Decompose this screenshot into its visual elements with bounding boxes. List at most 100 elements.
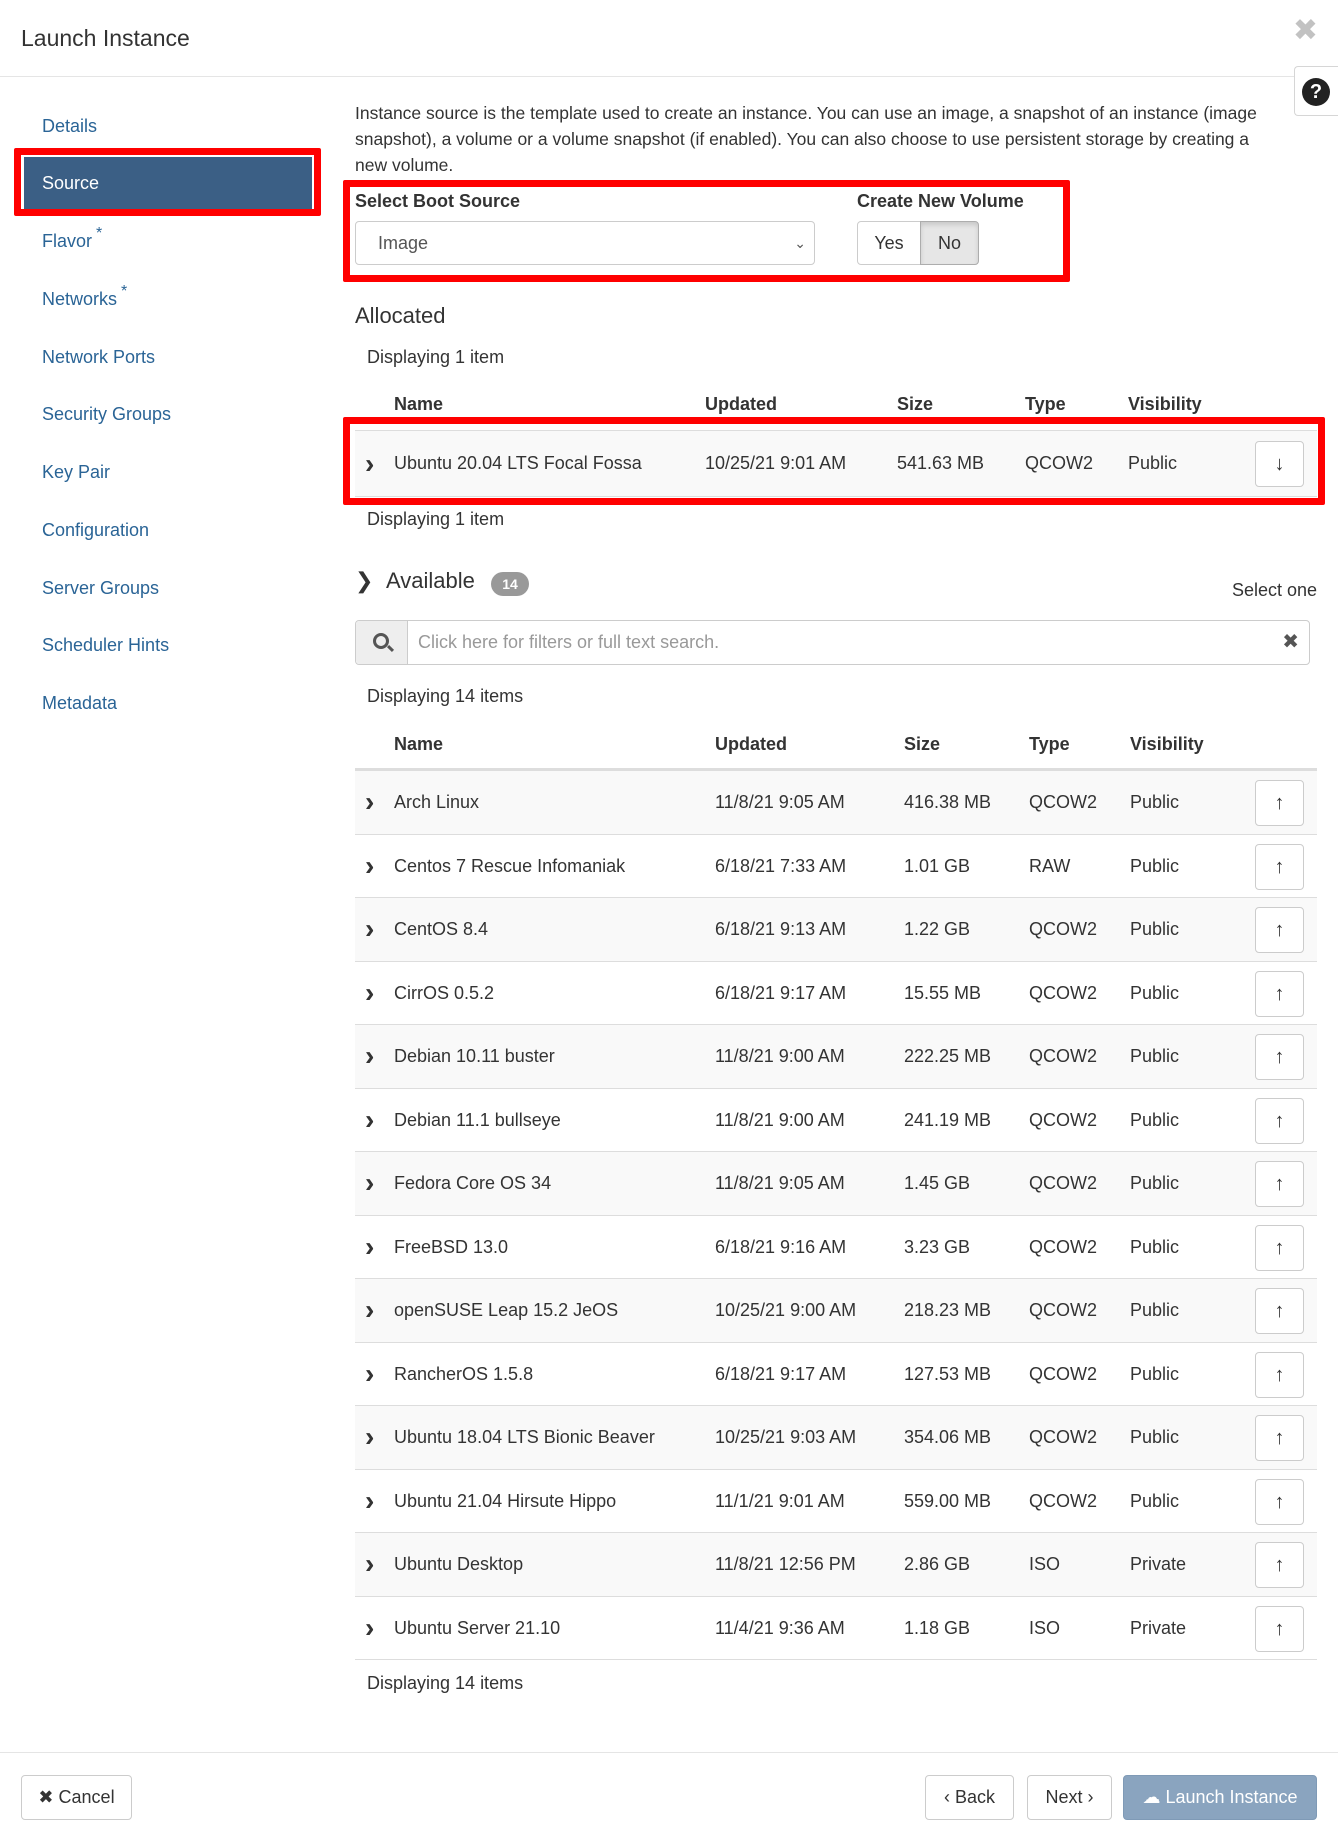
question-circle-icon: ? xyxy=(1302,78,1330,106)
allocate-button[interactable]: ↑ xyxy=(1255,1097,1304,1144)
cell-updated: 10/25/21 9:03 AM xyxy=(715,1427,857,1447)
available-display-count-bottom: Displaying 14 items xyxy=(367,1673,524,1693)
cell-size: 416.38 MB xyxy=(904,792,992,812)
expand-chevron-icon[interactable]: › xyxy=(365,1025,374,1088)
expand-chevron-icon[interactable]: › xyxy=(365,835,374,898)
cell-name: CentOS 8.4 xyxy=(394,919,489,939)
cell-name: Debian 11.1 bullseye xyxy=(394,1109,561,1130)
cell-name: openSUSE Leap 15.2 JeOS xyxy=(394,1300,619,1320)
allocate-button[interactable]: ↑ xyxy=(1255,843,1304,890)
cell-size: 1.22 GB xyxy=(904,919,971,939)
expand-chevron-icon[interactable]: › xyxy=(365,1279,374,1342)
table-row: › Arch Linux 11/8/21 9:05 AM 416.38 MB QCOW2… xyxy=(355,770,1317,834)
sidebar-item-flavor[interactable]: Flavor * xyxy=(24,215,312,267)
cell-updated: 11/4/21 9:36 AM xyxy=(715,1617,845,1638)
table-row: › Fedora Core OS 34 11/8/21 9:05 AM 1.45 GB… xyxy=(355,1151,1317,1215)
column-header-visibility: Visibility xyxy=(1130,734,1204,754)
sidebar-item-scheduler-hints[interactable]: Scheduler Hints xyxy=(24,619,312,671)
expand-chevron-icon[interactable]: › xyxy=(365,1089,374,1152)
allocate-button[interactable]: ↑ xyxy=(1255,1478,1304,1525)
expand-chevron-icon[interactable]: › xyxy=(365,1533,374,1596)
back-button-label: Back xyxy=(954,1787,996,1807)
cell-updated: 11/8/21 9:05 AM xyxy=(715,792,845,812)
cell-visibility: Public xyxy=(1130,1109,1180,1130)
cell-type: QCOW2 xyxy=(1029,1490,1098,1511)
allocate-button[interactable]: ↑ xyxy=(1255,1161,1304,1207)
allocate-button[interactable]: ↑ xyxy=(1255,1034,1304,1080)
sidebar-item-server-groups[interactable]: Server Groups xyxy=(24,562,312,614)
available-display-count-top: Displaying 14 items xyxy=(367,686,524,706)
expand-chevron-icon[interactable]: › xyxy=(365,1406,374,1469)
expand-chevron-icon[interactable]: › xyxy=(365,962,374,1025)
expand-chevron-icon[interactable]: › xyxy=(365,1216,374,1279)
cell-size: 127.53 MB xyxy=(904,1363,992,1384)
expand-chevron-icon[interactable]: › xyxy=(365,1343,374,1406)
sidebar-item-label: Flavor xyxy=(42,231,93,251)
sidebar-item-details[interactable]: Details xyxy=(24,100,312,152)
sidebar-item-configuration[interactable]: Configuration xyxy=(24,504,312,556)
allocate-button[interactable]: ↑ xyxy=(1255,1288,1304,1334)
table-row: › FreeBSD 13.0 6/18/21 9:16 AM 3.23 GB QCOW2… xyxy=(355,1214,1317,1279)
back-button[interactable]: ‹ Back xyxy=(925,1775,1014,1820)
available-title[interactable]: Available xyxy=(386,568,475,594)
sidebar-item-metadata[interactable]: Metadata xyxy=(24,677,312,729)
cell-visibility: Public xyxy=(1130,1363,1180,1384)
cell-type: QCOW2 xyxy=(1029,1427,1098,1447)
expand-chevron-icon[interactable]: › xyxy=(365,898,374,961)
table-row: › openSUSE Leap 15.2 JeOS 10/25/21 9:00 AM… xyxy=(355,1278,1317,1342)
next-button-label: Next xyxy=(1045,1787,1083,1807)
search-input[interactable] xyxy=(408,621,1248,664)
cell-name: Arch Linux xyxy=(394,792,480,812)
expand-chevron-icon[interactable]: › xyxy=(365,1152,374,1215)
modal-header: Launch Instance ✖ xyxy=(0,0,1338,77)
cell-visibility: Public xyxy=(1130,1173,1180,1193)
sidebar-item-network-ports[interactable]: Network Ports xyxy=(24,331,312,383)
cell-name: Ubuntu 21.04 Hirsute Hippo xyxy=(394,1490,617,1511)
clear-search-icon[interactable]: ✖ xyxy=(1282,621,1299,664)
search-bar: ✖ xyxy=(355,620,1310,665)
cell-size: 222.25 MB xyxy=(904,1046,992,1066)
column-header-name: Name xyxy=(394,734,444,754)
expand-chevron-icon[interactable]: › xyxy=(365,1597,374,1660)
arrow-up-icon: ↑ xyxy=(1274,1490,1285,1513)
cell-updated: 11/8/21 9:00 AM xyxy=(715,1109,845,1130)
cell-type: QCOW2 xyxy=(1029,1173,1098,1193)
table-row: › Ubuntu Server 21.10 11/4/21 9:36 AM 1.18 … xyxy=(355,1595,1317,1660)
cell-visibility: Public xyxy=(1130,792,1180,812)
expand-chevron-icon[interactable]: › xyxy=(365,771,374,834)
cell-size: 3.23 GB xyxy=(904,1236,971,1257)
sidebar-item-key-pair[interactable]: Key Pair xyxy=(24,446,312,498)
column-header-type: Type xyxy=(1029,734,1070,754)
allocate-button[interactable]: ↑ xyxy=(1255,780,1304,826)
cell-type: QCOW2 xyxy=(1029,1046,1098,1066)
sidebar-item-networks[interactable]: Networks * xyxy=(24,273,312,325)
allocate-button[interactable]: ↑ xyxy=(1255,1351,1304,1398)
cancel-button[interactable]: ✖ Cancel xyxy=(21,1775,132,1820)
close-icon[interactable]: ✖ xyxy=(1293,16,1318,46)
source-help-text: Instance source is the template used to … xyxy=(355,103,1257,175)
allocate-button[interactable]: ↑ xyxy=(1255,1605,1304,1652)
sidebar-item-label: Details xyxy=(42,116,98,136)
allocate-button[interactable]: ↑ xyxy=(1255,970,1304,1017)
table-row: › Debian 11.1 bullseye 11/8/21 9:00 AM 241.… xyxy=(355,1087,1317,1152)
allocate-button[interactable]: ↑ xyxy=(1255,907,1304,953)
help-button[interactable]: ? xyxy=(1294,66,1338,116)
arrow-up-icon: ↑ xyxy=(1274,1236,1285,1259)
sidebar-item-label: Metadata xyxy=(42,693,118,713)
allocate-button[interactable]: ↑ xyxy=(1255,1415,1304,1461)
launch-instance-button[interactable]: ☁ Launch Instance xyxy=(1123,1775,1317,1820)
cell-updated: 6/18/21 9:17 AM xyxy=(715,1363,847,1384)
column-header-updated: Updated xyxy=(715,734,787,754)
arrow-up-icon: ↑ xyxy=(1274,1109,1285,1132)
table-row: › CentOS 8.4 6/18/21 9:13 AM 1.22 GB QCOW2 Pu… xyxy=(355,897,1317,961)
allocate-button[interactable]: ↑ xyxy=(1255,1542,1304,1588)
cell-name: Ubuntu Desktop xyxy=(394,1554,524,1574)
allocated-display-count-top: Displaying 1 item xyxy=(367,347,505,367)
arrow-up-icon: ↑ xyxy=(1274,1554,1285,1576)
allocate-button[interactable]: ↑ xyxy=(1255,1224,1304,1271)
cell-type: ISO xyxy=(1029,1554,1061,1574)
collapse-chevron-icon[interactable]: ❯ xyxy=(355,568,373,594)
sidebar-item-security-groups[interactable]: Security Groups xyxy=(24,388,312,440)
expand-chevron-icon[interactable]: › xyxy=(365,1470,374,1533)
next-button[interactable]: Next › xyxy=(1027,1775,1112,1820)
